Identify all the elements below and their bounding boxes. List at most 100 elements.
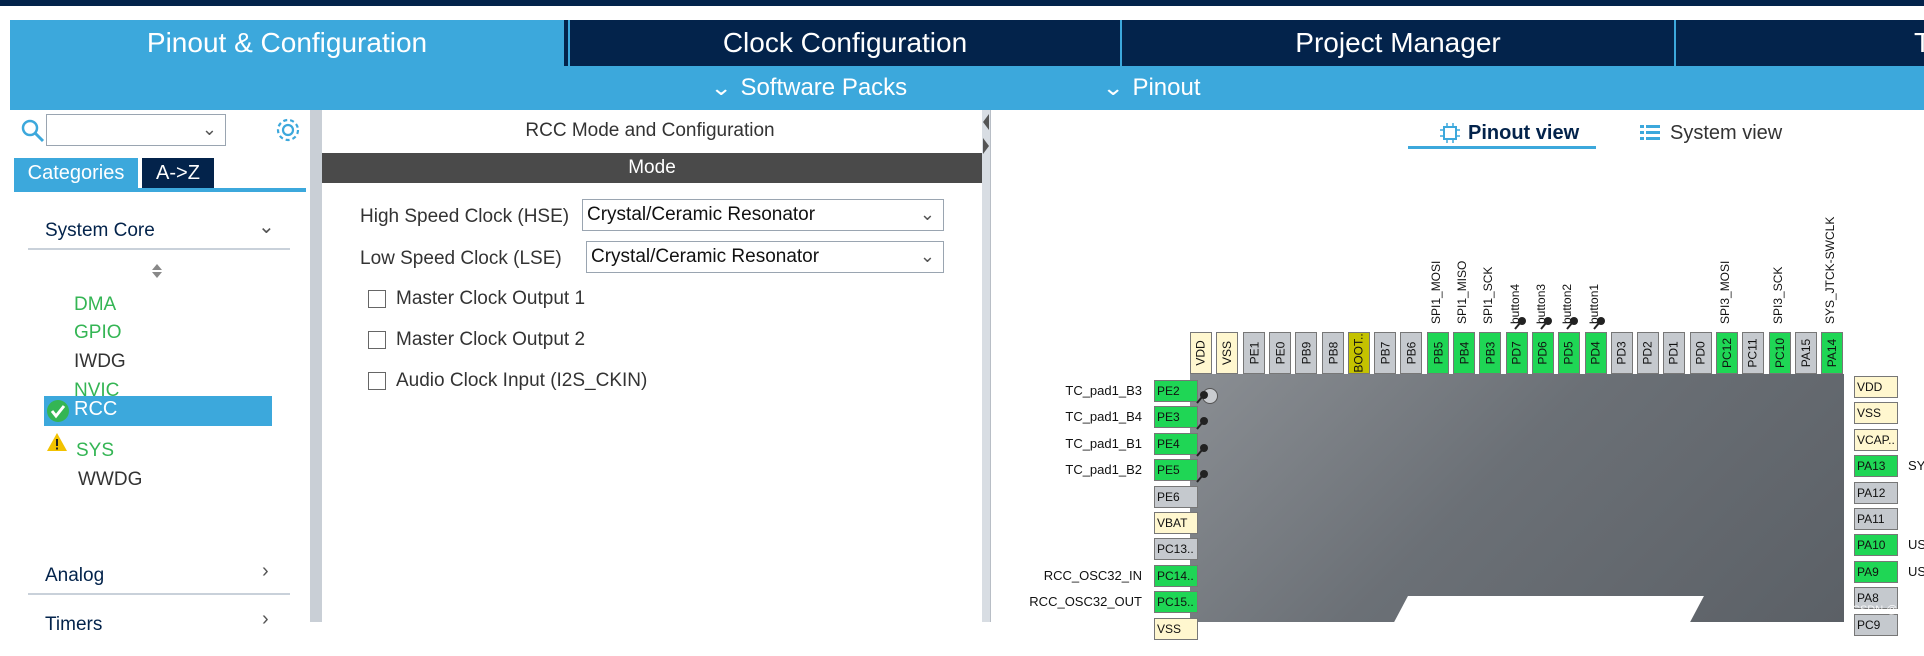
pin-pb4[interactable]: PB4 [1453,332,1475,374]
lse-value: Crystal/Ceramic Resonator [591,246,820,267]
tab-categories[interactable]: Categories [14,158,138,188]
pin-pe3[interactable]: PE3 [1154,406,1198,428]
pin-pc15[interactable]: PC15.. [1154,591,1198,613]
pin-pa15[interactable]: PA15 [1795,332,1817,374]
gear-icon[interactable] [274,116,302,144]
tab-label: Pinout & Configuration [146,27,428,58]
list-item-rcc[interactable]: RCC [44,396,272,426]
section-analog[interactable]: Analog [45,565,104,587]
pin-pb7[interactable]: PB7 [1374,332,1396,374]
pin-pc14[interactable]: PC14.. [1154,565,1198,587]
pin-pb8[interactable]: PB8 [1322,332,1344,374]
tab-pinout-configuration[interactable]: Pinout & Configuration [10,20,564,66]
pin-pc12[interactable]: PC12 [1716,332,1738,374]
pin-pe2[interactable]: PE2 [1154,380,1198,402]
pin-pb3[interactable]: PB3 [1479,332,1501,374]
tab-pinout-view[interactable]: Pinout view [1440,118,1579,148]
tab-label: Categories [27,161,125,184]
list-item-sys[interactable]: SYS [76,438,114,464]
checkbox-label: Master Clock Output 1 [396,288,586,309]
tab-project-manager[interactable]: Project Manager [1120,20,1674,66]
pin-pe1[interactable]: PE1 [1243,332,1265,374]
pin-pa11[interactable]: PA11 [1854,508,1898,530]
mco2-checkbox-row[interactable]: Master Clock Output 2 [368,327,585,353]
pin-pd6[interactable]: PD6 [1532,332,1554,374]
list-item-wwdg[interactable]: WWDG [78,467,142,493]
pin-pd0[interactable]: PD0 [1690,332,1712,374]
section-system-core[interactable]: System Core [45,220,155,242]
pushpin-icon [1593,316,1607,330]
pin-vss[interactable]: VSS [1154,618,1198,640]
pin-pa9[interactable]: PA9 [1854,561,1898,583]
tab-label: T [1914,27,1924,58]
panel-splitter[interactable] [310,110,322,622]
pin-pc9[interactable]: PC9 [1854,614,1898,636]
pin-pa14[interactable]: PA14 [1821,332,1843,374]
pin-pb9[interactable]: PB9 [1295,332,1317,374]
pin-pd3[interactable]: PD3 [1611,332,1633,374]
pin-pe0[interactable]: PE0 [1269,332,1291,374]
pinout-menu[interactable]: ⌄ Pinout [1102,66,1200,110]
pin-pb6[interactable]: PB6 [1400,332,1422,374]
search-input[interactable]: ⌄ [46,114,226,146]
collapse-left-icon[interactable] [983,114,989,130]
pushpin-icon [1196,469,1210,483]
pin-vdd[interactable]: VDD [1854,376,1898,398]
pin-pd7[interactable]: PD7 [1506,332,1528,374]
collapse-right-icon[interactable] [983,138,989,154]
pin-pa10[interactable]: PA10 [1854,534,1898,556]
pin-vcap[interactable]: VCAP.. [1854,429,1898,451]
tab-tools[interactable]: T [1674,20,1924,66]
pin-pa12[interactable]: PA12 [1854,482,1898,504]
list-item-dma[interactable]: DMA [74,292,116,318]
pin-boot[interactable]: BOOT.. [1348,332,1370,374]
hse-select[interactable]: Crystal/Ceramic Resonator ⌄ [582,199,944,231]
mco1-checkbox[interactable] [368,290,386,308]
pin-pd4[interactable]: PD4 [1585,332,1607,374]
pin-pc10[interactable]: PC10 [1769,332,1791,374]
lse-select[interactable]: Crystal/Ceramic Resonator ⌄ [586,241,944,273]
software-packs-menu[interactable]: ⌄ Software Packs [710,66,907,110]
panel-splitter[interactable] [982,110,990,622]
tab-a-z[interactable]: A->Z [142,158,214,188]
section-label: System Core [45,220,155,241]
pin-vbat[interactable]: VBAT [1154,512,1198,534]
pin-vss[interactable]: VSS [1854,402,1898,424]
mcu-chip-body[interactable] [1190,374,1844,622]
tab-system-view[interactable]: System view [1640,118,1782,148]
chevron-down-icon: ⌄ [919,204,935,224]
pin-signal-label: SYS [1908,458,1924,473]
pin-pe6[interactable]: PE6 [1154,486,1198,508]
pin-pa13[interactable]: PA13 [1854,455,1898,477]
pin-pd2[interactable]: PD2 [1637,332,1659,374]
chevron-down-icon: ⌄ [919,246,935,266]
chevron-down-icon[interactable]: ⌄ [258,214,275,239]
list-item-iwdg[interactable]: IWDG [74,349,126,375]
pin-pe4[interactable]: PE4 [1154,433,1198,455]
chevron-right-icon[interactable]: › [262,608,269,631]
pin-pd1[interactable]: PD1 [1663,332,1685,374]
pin-pc11[interactable]: PC11 [1742,332,1764,374]
i2s-ckin-checkbox[interactable] [368,372,386,390]
pin-pe5[interactable]: PE5 [1154,459,1198,481]
pin-pd5[interactable]: PD5 [1558,332,1580,374]
watermark: CSDN @...ind [1852,604,1922,616]
checkbox-label: Audio Clock Input (I2S_CKIN) [396,370,648,391]
chevron-right-icon[interactable]: › [262,560,269,583]
list-item-gpio[interactable]: GPIO [74,320,122,346]
sort-icon[interactable] [150,262,164,280]
chevron-down-icon[interactable]: ⌄ [202,119,217,140]
pin-pc13[interactable]: PC13.. [1154,538,1198,560]
pin-signal-label: SPI1_SCK [1481,266,1495,324]
mco1-checkbox-row[interactable]: Master Clock Output 1 [368,286,585,312]
tab-clock-configuration[interactable]: Clock Configuration [568,20,1120,66]
hse-value: Crystal/Ceramic Resonator [587,204,816,225]
pin-signal-label: SYS_JTCK-SWCLK [1823,216,1837,324]
pin-vss[interactable]: VSS [1216,332,1238,374]
pin-pb5[interactable]: PB5 [1427,332,1449,374]
mco2-checkbox[interactable] [368,331,386,349]
section-timers[interactable]: Timers [45,614,102,636]
pin-vdd[interactable]: VDD [1190,332,1212,374]
i2s-ckin-checkbox-row[interactable]: Audio Clock Input (I2S_CKIN) [368,368,647,394]
search-icon[interactable] [20,118,46,144]
